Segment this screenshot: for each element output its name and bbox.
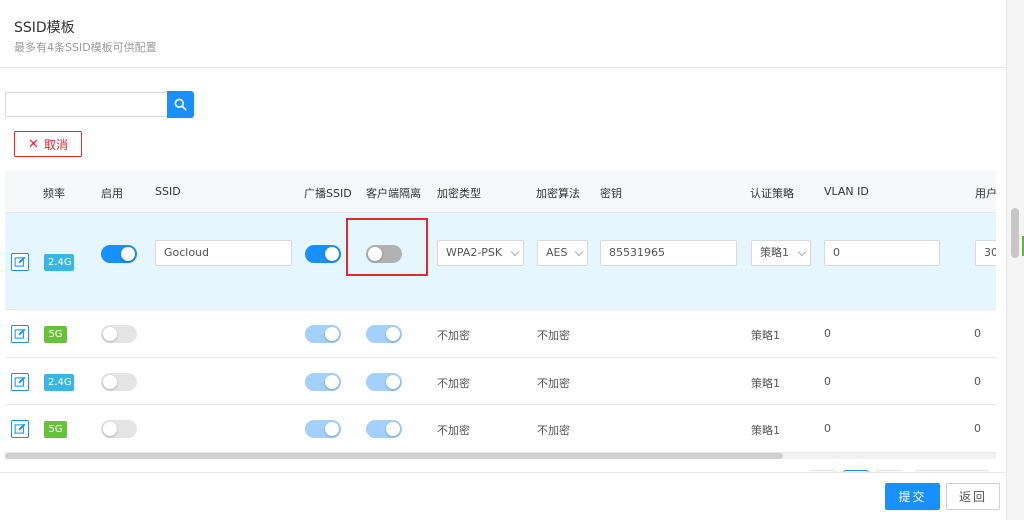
- auth-policy-text: 策略1: [751, 377, 780, 390]
- vlan-id-text: 0: [824, 422, 831, 435]
- horizontal-scrollbar-thumb[interactable]: [5, 453, 783, 459]
- search-button[interactable]: [167, 91, 194, 118]
- client-isolation-toggle: [366, 373, 402, 391]
- edit-icon[interactable]: [11, 373, 29, 391]
- band-badge: 2.4G: [44, 374, 74, 391]
- chevron-down-icon: [510, 247, 520, 257]
- vertical-scrollbar-thumb[interactable]: [1011, 208, 1019, 258]
- encryption-type-text: 不加密: [437, 377, 470, 390]
- auth-policy-value: 策略1: [760, 246, 789, 259]
- table-row: 5G 不加密 不加密 策略1 0 0: [5, 310, 996, 358]
- band-badge: 2.4G: [44, 254, 74, 271]
- ssid-table: 频率 启用 SSID 广播SSID 客户端隔离 加密类型 加密算法 密钥 认证策…: [5, 170, 996, 455]
- submit-button[interactable]: 提交: [885, 483, 940, 510]
- ssid-template-page: SSID模板 最多有4条SSID模板可供配置 ✕ 取消 频率 启用 SSID 广…: [0, 0, 1024, 520]
- edit-icon[interactable]: [11, 325, 29, 343]
- table-row: 5G 不加密 不加密 策略1 0 0: [5, 405, 996, 453]
- search-input[interactable]: [5, 92, 167, 117]
- key-input[interactable]: 85531965: [600, 240, 737, 266]
- col-key: 密钥: [600, 187, 622, 200]
- encryption-type-select[interactable]: WPA2-PSK: [437, 240, 524, 266]
- enable-toggle[interactable]: [101, 420, 137, 438]
- broadcast-ssid-toggle[interactable]: [305, 245, 341, 263]
- page-title: SSID模板: [14, 20, 75, 36]
- band-badge: 5G: [44, 326, 67, 343]
- edit-icon[interactable]: [11, 420, 29, 438]
- users-text: 0: [974, 327, 981, 340]
- table-row: 2.4G Gocloud WPA2-PSK AES 85531965 策略1 0…: [5, 213, 996, 310]
- page-subtitle: 最多有4条SSID模板可供配置: [14, 41, 157, 54]
- encryption-algorithm-value: AES: [546, 246, 568, 259]
- horizontal-scrollbar[interactable]: [5, 453, 996, 459]
- enable-toggle[interactable]: [101, 325, 137, 343]
- auth-policy-select[interactable]: 策略1: [751, 240, 811, 266]
- col-broadcast-ssid: 广播SSID: [304, 187, 352, 200]
- enable-toggle[interactable]: [101, 373, 137, 391]
- col-users: 用户: [975, 187, 996, 200]
- col-frequency: 频率: [43, 187, 65, 200]
- encryption-algorithm-select[interactable]: AES: [537, 240, 588, 266]
- encryption-type-text: 不加密: [437, 329, 470, 342]
- footer-bar: [0, 472, 1006, 520]
- close-icon: ✕: [28, 136, 39, 152]
- encryption-algorithm-text: 不加密: [537, 377, 570, 390]
- vlan-id-text: 0: [824, 375, 831, 388]
- cancel-button-label: 取消: [43, 137, 68, 152]
- ssid-input[interactable]: Gocloud: [155, 240, 292, 266]
- col-auth-policy: 认证策略: [750, 187, 794, 200]
- chevron-down-icon: [574, 247, 584, 257]
- chevron-down-icon: [797, 247, 807, 257]
- users-text: 0: [974, 422, 981, 435]
- users-text: 0: [974, 375, 981, 388]
- col-encryption-algorithm: 加密算法: [536, 187, 580, 200]
- encryption-algorithm-text: 不加密: [537, 329, 570, 342]
- broadcast-ssid-toggle: [305, 325, 341, 343]
- table-header: 频率 启用 SSID 广播SSID 客户端隔离 加密类型 加密算法 密钥 认证策…: [5, 170, 996, 213]
- vertical-scrollbar[interactable]: [1006, 0, 1024, 520]
- client-isolation-toggle: [366, 420, 402, 438]
- client-isolation-toggle: [366, 325, 402, 343]
- annotation-highlight-box: [346, 218, 428, 276]
- vlan-id-text: 0: [824, 327, 831, 340]
- band-badge: 5G: [44, 421, 67, 438]
- encryption-type-text: 不加密: [437, 424, 470, 437]
- encryption-type-value: WPA2-PSK: [446, 246, 503, 259]
- col-ssid: SSID: [155, 185, 181, 198]
- vlan-id-input[interactable]: 0: [824, 240, 940, 266]
- users-input[interactable]: 30: [975, 240, 996, 266]
- back-button[interactable]: 返回: [946, 483, 1000, 510]
- page-header: SSID模板 最多有4条SSID模板可供配置: [0, 0, 1006, 68]
- edit-icon[interactable]: [11, 253, 29, 271]
- col-vlan-id: VLAN ID: [824, 185, 869, 198]
- col-encryption-type: 加密类型: [437, 187, 481, 200]
- search-icon: [174, 98, 187, 111]
- col-client-isolation: 客户端隔离: [366, 187, 421, 200]
- encryption-algorithm-text: 不加密: [537, 424, 570, 437]
- auth-policy-text: 策略1: [751, 424, 780, 437]
- col-enabled: 启用: [101, 187, 123, 200]
- broadcast-ssid-toggle: [305, 420, 341, 438]
- broadcast-ssid-toggle: [305, 373, 341, 391]
- enable-toggle[interactable]: [101, 245, 137, 263]
- table-row: 2.4G 不加密 不加密 策略1 0 0: [5, 358, 996, 405]
- auth-policy-text: 策略1: [751, 329, 780, 342]
- cancel-button[interactable]: ✕ 取消: [14, 131, 82, 157]
